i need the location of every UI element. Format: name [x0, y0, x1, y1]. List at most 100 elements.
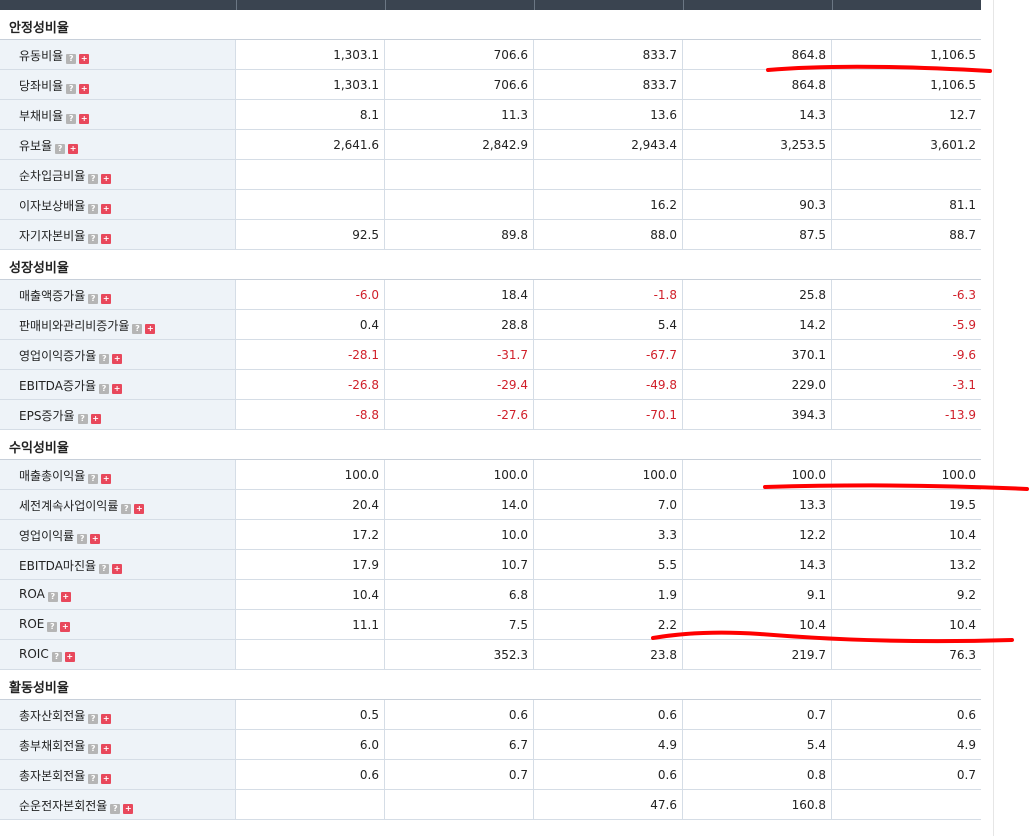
- help-icon[interactable]: ?: [121, 504, 132, 514]
- value-cell: 28.8: [385, 310, 534, 339]
- expand-plus-icon[interactable]: +: [101, 294, 112, 304]
- row-label: 순차입금비율: [19, 169, 86, 183]
- help-icon[interactable]: ?: [88, 774, 99, 784]
- help-icon[interactable]: ?: [132, 324, 143, 334]
- value-cell: 5.4: [683, 730, 832, 759]
- expand-plus-icon[interactable]: +: [123, 804, 134, 814]
- expand-plus-icon[interactable]: +: [60, 592, 71, 602]
- expand-plus-icon[interactable]: +: [101, 174, 112, 184]
- row-label: 이자보상배율: [19, 199, 86, 213]
- help-icon[interactable]: ?: [110, 804, 121, 814]
- expand-plus-icon[interactable]: +: [145, 324, 156, 334]
- table-row: 총자본회전율? +0.6 0.7 0.6 0.8 0.7: [0, 760, 981, 790]
- row-label: 당좌비율: [19, 79, 64, 93]
- row-label-cell: 자기자본비율? +: [0, 220, 236, 249]
- expand-plus-icon[interactable]: +: [101, 474, 112, 484]
- value-cell: [236, 640, 385, 669]
- expand-plus-icon[interactable]: +: [90, 534, 101, 544]
- value-cell: 25.8: [683, 280, 832, 309]
- expand-plus-icon[interactable]: +: [112, 354, 123, 364]
- row-label: ROE: [19, 617, 45, 631]
- row-label-cell: 매출액증가율? +: [0, 280, 236, 309]
- help-icon[interactable]: ?: [66, 84, 77, 94]
- value-cell: 864.8: [683, 70, 832, 99]
- value-cell: 100.0: [236, 460, 385, 489]
- table-row: 총부채회전율? +6.0 6.7 4.9 5.4 4.9: [0, 730, 981, 760]
- row-label-cell: 당좌비율? +: [0, 70, 236, 99]
- value-cell: 92.5: [236, 220, 385, 249]
- table-row: 세전계속사업이익률? +20.4 14.0 7.0 13.3 19.5: [0, 490, 981, 520]
- value-cell: 89.8: [385, 220, 534, 249]
- expand-plus-icon[interactable]: +: [101, 744, 112, 754]
- expand-plus-icon[interactable]: +: [101, 774, 112, 784]
- expand-plus-icon[interactable]: +: [79, 114, 90, 124]
- value-cell: 1,106.5: [930, 48, 976, 62]
- help-icon[interactable]: ?: [88, 474, 99, 484]
- value-cell: 160.8: [683, 790, 832, 819]
- row-label-cell: 유보율? +: [0, 130, 236, 159]
- value-cell: 20.4: [236, 490, 385, 519]
- help-icon[interactable]: ?: [51, 652, 62, 662]
- value-cell: 706.6: [385, 40, 534, 69]
- value-cell: 76.3: [949, 648, 976, 662]
- expand-plus-icon[interactable]: +: [79, 54, 90, 64]
- value-cell: 18.4: [385, 280, 534, 309]
- expand-plus-icon[interactable]: +: [68, 144, 79, 154]
- row-label-cell: 순차입금비율? +: [0, 160, 236, 189]
- expand-plus-icon[interactable]: +: [101, 234, 112, 244]
- value-cell: 87.5: [683, 220, 832, 249]
- help-icon[interactable]: ?: [66, 54, 77, 64]
- table-header-bar: [0, 0, 981, 10]
- help-icon[interactable]: ?: [77, 534, 88, 544]
- value-cell: 352.3: [385, 640, 534, 669]
- row-label-cell: 영업이익증가율? +: [0, 340, 236, 369]
- expand-plus-icon[interactable]: +: [90, 414, 101, 424]
- help-icon[interactable]: ?: [47, 622, 58, 632]
- help-icon[interactable]: ?: [88, 204, 99, 214]
- help-icon[interactable]: ?: [66, 114, 77, 124]
- row-label: ROA: [19, 587, 45, 601]
- help-icon[interactable]: ?: [99, 384, 110, 394]
- help-icon[interactable]: ?: [88, 294, 99, 304]
- row-label: 영업이익증가율: [19, 349, 97, 363]
- row-label-wrap: 매출액증가율? +: [19, 287, 112, 304]
- table-row: 자기자본비율? +92.5 89.8 88.0 87.5 88.7: [0, 220, 981, 250]
- help-icon[interactable]: ?: [77, 414, 88, 424]
- row-label-cell: EBITDA증가율? +: [0, 370, 236, 399]
- value-cell: 3,253.5: [683, 130, 832, 159]
- expand-plus-icon[interactable]: +: [134, 504, 145, 514]
- value-cell: 229.0: [683, 370, 832, 399]
- expand-plus-icon[interactable]: +: [101, 714, 112, 724]
- expand-plus-icon[interactable]: +: [112, 384, 123, 394]
- help-icon[interactable]: ?: [88, 174, 99, 184]
- section-title: 활동성비율: [9, 681, 69, 696]
- expand-plus-icon[interactable]: +: [64, 652, 75, 662]
- expand-plus-icon[interactable]: +: [112, 564, 123, 574]
- value-cell: 81.1: [949, 198, 976, 212]
- value-cell: 10.7: [385, 550, 534, 579]
- help-icon[interactable]: ?: [99, 564, 110, 574]
- value-cell: -6.0: [236, 280, 385, 309]
- value-cell: 13.2: [949, 558, 976, 572]
- value-cell: 100.0: [941, 468, 976, 482]
- section-header: 활동성비율: [0, 670, 981, 700]
- expand-plus-icon[interactable]: +: [101, 204, 112, 214]
- help-icon[interactable]: ?: [88, 234, 99, 244]
- value-cell: 706.6: [385, 70, 534, 99]
- help-icon[interactable]: ?: [88, 714, 99, 724]
- value-cell: 6.0: [236, 730, 385, 759]
- value-cell: 14.3: [683, 550, 832, 579]
- help-icon[interactable]: ?: [99, 354, 110, 364]
- help-icon[interactable]: ?: [55, 144, 66, 154]
- help-icon[interactable]: ?: [47, 592, 58, 602]
- section-title: 수익성비율: [9, 441, 69, 456]
- value-cell: 16.2: [534, 190, 683, 219]
- value-cell: 0.7: [385, 760, 534, 789]
- value-cell: 0.6: [956, 708, 976, 722]
- expand-plus-icon[interactable]: +: [60, 622, 71, 632]
- help-icon[interactable]: ?: [88, 744, 99, 754]
- expand-plus-icon[interactable]: +: [79, 84, 90, 94]
- value-cell: 88.7: [949, 228, 976, 242]
- table-row: 당좌비율? +1,303.1 706.6 833.7 864.8 1,106.5: [0, 70, 981, 100]
- value-cell: [534, 160, 683, 189]
